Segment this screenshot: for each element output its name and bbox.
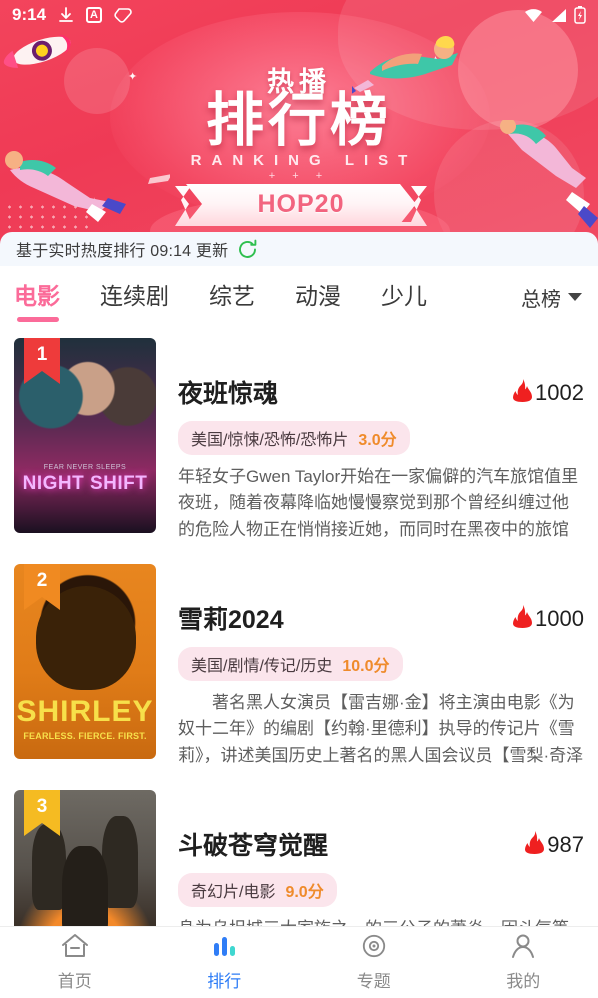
banner-main-title: 排行榜 xyxy=(205,88,392,153)
rating-score: 9.0分 xyxy=(285,884,324,901)
ribbon-label: HOP20 xyxy=(257,189,345,218)
title-row: 雪莉2024 1000 xyxy=(178,600,584,636)
app-screen: ✦ ✦ ✦ ✦ ✦ 热播 排行榜 xyxy=(0,0,598,998)
diamond-icon xyxy=(114,7,132,23)
banner-decor-plus: + + + xyxy=(268,170,330,182)
nav-item-ranking[interactable]: 排行 xyxy=(150,933,300,992)
rating-score: 3.0分 xyxy=(358,432,397,449)
list-item[interactable]: 3 斗破苍穹觉醒 987 奇幻片/电影 9.0分 身为乌坦城三大家族之一的三公子… xyxy=(0,780,598,930)
nav-item-profile[interactable]: 我的 xyxy=(449,933,598,992)
disc-icon xyxy=(360,933,388,964)
tab-movies[interactable]: 电影 xyxy=(14,277,60,322)
nav-label-ranking: 排行 xyxy=(207,972,242,991)
banner-subtitle: RANKING LIST xyxy=(190,152,418,169)
movie-description: 著名黑人女演员【雷吉娜·金】将主演由电影《为奴十二年》的编剧【约翰·里德利】执导… xyxy=(178,693,584,765)
status-bar-time: 9:14 xyxy=(12,5,47,24)
tab-kids[interactable]: 少儿 xyxy=(381,277,427,317)
tab-anime[interactable]: 动漫 xyxy=(295,277,341,317)
item-meta: 斗破苍穹觉醒 987 奇幻片/电影 9.0分 身为乌坦城三大家族之一的三公子的萧… xyxy=(156,790,584,930)
home-icon xyxy=(61,933,89,964)
person-icon xyxy=(509,933,537,964)
signal-icon xyxy=(550,8,567,23)
heat-score: 1000 xyxy=(512,605,584,633)
update-info-text: 基于实时热度排行 09:14 更新 xyxy=(16,243,229,260)
genre-text: 奇幻片/电影 xyxy=(191,884,276,901)
title-row: 斗破苍穹觉醒 987 xyxy=(178,826,584,862)
movie-title[interactable]: 斗破苍穹觉醒 xyxy=(178,826,328,862)
bar-chart-icon xyxy=(210,933,238,964)
poster-wrap[interactable]: 3 xyxy=(14,790,156,930)
bottom-navigation: 首页 排行 专题 我的 xyxy=(0,926,598,998)
ranking-scope-selector[interactable]: 总榜 xyxy=(521,283,582,312)
item-meta: 夜班惊魂 1002 美国/惊悚/恐怖/恐怖片 3.0分 年轻女子Gwen Tay… xyxy=(156,338,584,546)
rating-score: 10.0分 xyxy=(342,658,390,675)
heat-value: 1000 xyxy=(535,606,584,631)
poster-title: NIGHT SHIFT xyxy=(22,473,148,494)
chevron-down-icon xyxy=(568,293,582,301)
tab-variety[interactable]: 综艺 xyxy=(209,277,255,317)
heat-value: 987 xyxy=(547,832,584,857)
item-meta: 雪莉2024 1000 美国/剧情/传记/历史 10.0分 著名黑人女演员【雷吉… xyxy=(156,564,584,772)
status-bar: 9:14 A xyxy=(0,0,598,30)
poster-wrap[interactable]: FEAR NEVER SLEEPS NIGHT SHIFT 1 xyxy=(14,338,156,533)
nav-label-profile: 我的 xyxy=(506,972,541,991)
movie-title[interactable]: 夜班惊魂 xyxy=(178,374,278,410)
nav-item-topics[interactable]: 专题 xyxy=(299,933,449,992)
ranking-list[interactable]: FEAR NEVER SLEEPS NIGHT SHIFT 1 夜班惊魂 100… xyxy=(0,328,598,930)
genre-text: 美国/惊悚/恐怖/恐怖片 xyxy=(191,432,349,449)
a-badge-icon: A xyxy=(86,7,103,23)
genre-text: 美国/剧情/传记/历史 xyxy=(191,658,333,675)
fire-icon xyxy=(524,831,545,859)
nav-label-home: 首页 xyxy=(57,972,92,991)
movie-description: 年轻女子Gwen Taylor开始在一家偏僻的汽车旅馆值里夜班，随着夜幕降临她慢… xyxy=(178,467,579,539)
category-tabs: 电影 连续剧 综艺 动漫 少儿 总榜 xyxy=(0,266,598,328)
poster-tagline: FEARLESS. FIERCE. FIRST. xyxy=(23,731,147,741)
movie-title[interactable]: 雪莉2024 xyxy=(178,600,284,636)
poster-figure xyxy=(32,824,66,910)
poster-title: SHIRLEY xyxy=(16,695,154,728)
genre-tag: 美国/惊悚/恐怖/恐怖片 3.0分 xyxy=(178,421,410,455)
heat-value: 1002 xyxy=(535,380,584,405)
hop20-ribbon: HOP20 xyxy=(186,184,416,224)
genre-tag: 奇幻片/电影 9.0分 xyxy=(178,873,337,907)
download-icon xyxy=(58,6,74,24)
fire-icon xyxy=(512,379,533,407)
ranking-scope-label: 总榜 xyxy=(521,288,561,311)
nav-label-topics: 专题 xyxy=(356,972,391,991)
title-row: 夜班惊魂 1002 xyxy=(178,374,584,410)
refresh-icon[interactable] xyxy=(237,239,258,260)
battery-charging-icon xyxy=(574,6,586,24)
list-item[interactable]: SHIRLEY FEARLESS. FIERCE. FIRST. 2 雪莉202… xyxy=(0,554,598,780)
tab-series[interactable]: 连续剧 xyxy=(100,277,169,317)
poster-tagline: FEAR NEVER SLEEPS xyxy=(43,464,127,471)
ranking-banner: ✦ ✦ ✦ ✦ ✦ 热播 排行榜 xyxy=(0,0,598,244)
list-item[interactable]: FEAR NEVER SLEEPS NIGHT SHIFT 1 夜班惊魂 100… xyxy=(0,328,598,554)
wifi-icon xyxy=(524,8,543,23)
poster-wrap[interactable]: SHIRLEY FEARLESS. FIERCE. FIRST. 2 xyxy=(14,564,156,759)
update-info-bar: 基于实时热度排行 09:14 更新 xyxy=(0,232,598,266)
fire-icon xyxy=(512,605,533,633)
heat-score: 1002 xyxy=(512,379,584,407)
poster-figure xyxy=(62,846,108,930)
nav-item-home[interactable]: 首页 xyxy=(0,933,150,992)
heat-score: 987 xyxy=(524,831,584,859)
genre-tag: 美国/剧情/传记/历史 10.0分 xyxy=(178,647,403,681)
